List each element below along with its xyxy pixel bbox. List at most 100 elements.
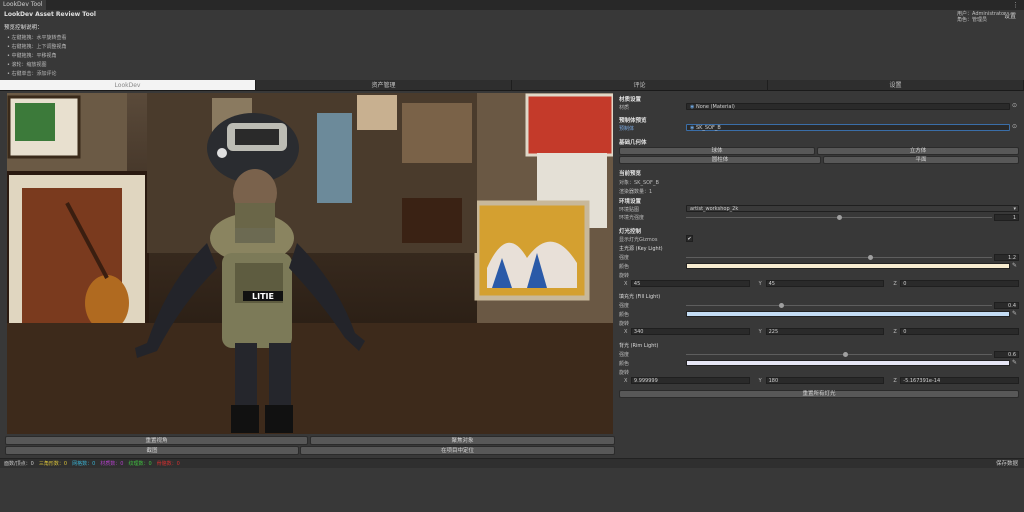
prefab-field[interactable]: ◉ SK_SOF_B (686, 124, 1010, 131)
cylinder-button[interactable]: 圆柱体 (619, 156, 821, 164)
instruction-item: • 右键单击：添加评论 (7, 71, 57, 77)
rim-light-title: 背光 (Rim Light) (619, 343, 659, 349)
rim-color-swatch[interactable] (686, 360, 1010, 366)
rim-rotation-x[interactable]: 9.999999 (630, 377, 750, 384)
prefab-label: 预制体 (619, 126, 635, 132)
fill-intensity-value[interactable]: 0.4 (994, 302, 1019, 309)
stat-item: 网格数：0 (72, 461, 96, 467)
eyedropper-icon[interactable]: ✎ (1012, 310, 1017, 317)
key-rotation-y[interactable]: 45 (765, 280, 885, 287)
fill-light-title: 填充光 (Fill Light) (619, 294, 661, 300)
sphere-button[interactable]: 球体 (619, 147, 815, 155)
tab-asset-management[interactable]: 资产管理 (256, 80, 512, 91)
instruction-item: • 左键拖拽：水平旋转查看 (7, 35, 67, 41)
key-color-label: 颜色 (619, 264, 630, 270)
rim-color-label: 颜色 (619, 361, 630, 367)
axis-y-label: Y (758, 328, 762, 335)
axis-x-label: X (624, 280, 628, 287)
axis-z-label: Z (893, 328, 897, 335)
key-rotation-label: 旋转 (619, 273, 630, 279)
key-intensity-value[interactable]: 1.2 (994, 254, 1019, 261)
fill-rotation-z[interactable]: 0 (900, 328, 1020, 335)
key-rotation-z[interactable]: 0 (900, 280, 1020, 287)
reset-view-button[interactable]: 重置视角 (5, 436, 308, 445)
shelf-books (402, 103, 472, 163)
env-intensity-slider-knob[interactable] (837, 215, 842, 220)
fill-rotation-x[interactable]: 340 (630, 328, 750, 335)
object-line: 对象：SK_SOF_B (619, 180, 659, 186)
key-light-title: 主光源 (Key Light) (619, 246, 663, 252)
axis-y-label: Y (758, 280, 762, 287)
material-object-icon: ◉ (690, 104, 695, 110)
header-settings-button[interactable]: 设置 (1004, 11, 1016, 20)
reset-all-lights-button[interactable]: 重置所有灯光 (619, 390, 1019, 398)
tab-lookdev[interactable]: LookDev (0, 80, 256, 91)
rim-rotation-y[interactable]: 180 (765, 377, 885, 384)
key-color-swatch[interactable] (686, 263, 1010, 269)
main-tabs: LookDev 资产管理 评论 设置 (0, 80, 1024, 91)
stat-item: 骨骼数：0 (156, 461, 180, 467)
stat-item: 纹理数：0 (128, 461, 152, 467)
axis-x-label: X (624, 328, 628, 335)
fill-intensity-label: 强度 (619, 303, 630, 309)
env-map-dropdown[interactable]: artist_workshop_2k ▾ (686, 205, 1019, 212)
rim-rotation-z[interactable]: -5.167391e-14 (900, 377, 1020, 384)
floor (7, 323, 613, 434)
cube-button[interactable]: 立方体 (817, 147, 1019, 155)
fill-color-swatch[interactable] (686, 311, 1010, 317)
render-count-line: 渲染器数量：1 (619, 189, 653, 195)
save-stats-button[interactable]: 保存数据 (996, 459, 1018, 467)
fill-color-label: 颜色 (619, 312, 630, 318)
window-tab[interactable]: LookDev Tool (0, 0, 46, 10)
prefab-object-icon: ◉ (690, 125, 695, 131)
focus-object-button[interactable]: 聚焦对象 (310, 436, 615, 445)
env-intensity-label: 环境光强度 (619, 215, 645, 221)
rim-rotation-fields: X 9.999999 Y 180 Z -5.167391e-14 (624, 377, 1020, 384)
fill-rotation-y[interactable]: 225 (765, 328, 885, 335)
painting-art (15, 103, 55, 141)
plane-button[interactable]: 平面 (823, 156, 1019, 164)
env-map-label: 环境贴图 (619, 207, 640, 213)
tab-comments[interactable]: 评论 (512, 80, 768, 91)
gizmo-label: 显示灯光Gizmos (619, 237, 658, 243)
eyedropper-icon[interactable]: ✎ (1012, 359, 1017, 366)
viewport-scene: LITIE (7, 93, 613, 434)
instruction-item: • 右键拖拽：上下调整视角 (7, 44, 67, 50)
light-section-title: 灯光控制 (619, 229, 642, 235)
object-picker-icon[interactable]: ⊙ (1012, 102, 1017, 109)
object-picker-icon[interactable]: ⊙ (1012, 123, 1017, 130)
preview-viewport[interactable]: LITIE (7, 93, 613, 434)
more-options-icon[interactable]: ⋮ (1012, 1, 1020, 9)
axis-y-label: Y (758, 377, 762, 384)
patch-text: LITIE (252, 292, 274, 301)
rim-intensity-slider-knob[interactable] (843, 352, 849, 357)
fill-rotation-label: 旋转 (619, 321, 630, 327)
current-preview-title: 当前预览 (619, 171, 642, 177)
key-intensity-slider[interactable] (686, 257, 992, 258)
key-intensity-slider-knob[interactable] (867, 255, 873, 260)
rim-intensity-value[interactable]: 0.6 (994, 351, 1019, 358)
rim-intensity-slider[interactable] (686, 354, 992, 355)
tab-settings[interactable]: 设置 (768, 80, 1024, 91)
stat-item: 面数/顶点：0 (4, 461, 34, 467)
locate-in-project-button[interactable]: 在项目中定位 (300, 446, 615, 455)
key-rotation-x[interactable]: 45 (630, 280, 750, 287)
env-intensity-value[interactable]: 1 (994, 214, 1019, 221)
eyedropper-icon[interactable]: ✎ (1012, 262, 1017, 269)
axis-x-label: X (624, 377, 628, 384)
window-titlebar (0, 0, 1024, 10)
fill-intensity-slider[interactable] (686, 305, 992, 306)
instruction-item: • 滚轮：缩放视图 (7, 62, 47, 68)
chevron-down-icon: ▾ (1013, 206, 1016, 212)
material-label: 材质 (619, 105, 630, 111)
instruction-item: • 中键拖拽：平移视角 (7, 53, 57, 59)
gizmo-checkbox[interactable]: ✔ (686, 235, 693, 242)
shelf-box (357, 95, 397, 130)
instructions-title: 预览控制说明： (4, 25, 43, 31)
screenshot-button[interactable]: 截图 (5, 446, 299, 455)
material-field[interactable]: ◉ None (Material) (686, 103, 1010, 110)
environment-section-title: 环境设置 (619, 199, 642, 205)
basic-geometry-title: 基础几何体 (619, 140, 647, 146)
stat-item: 材质数：0 (100, 461, 124, 467)
fill-intensity-slider-knob[interactable] (778, 303, 784, 308)
